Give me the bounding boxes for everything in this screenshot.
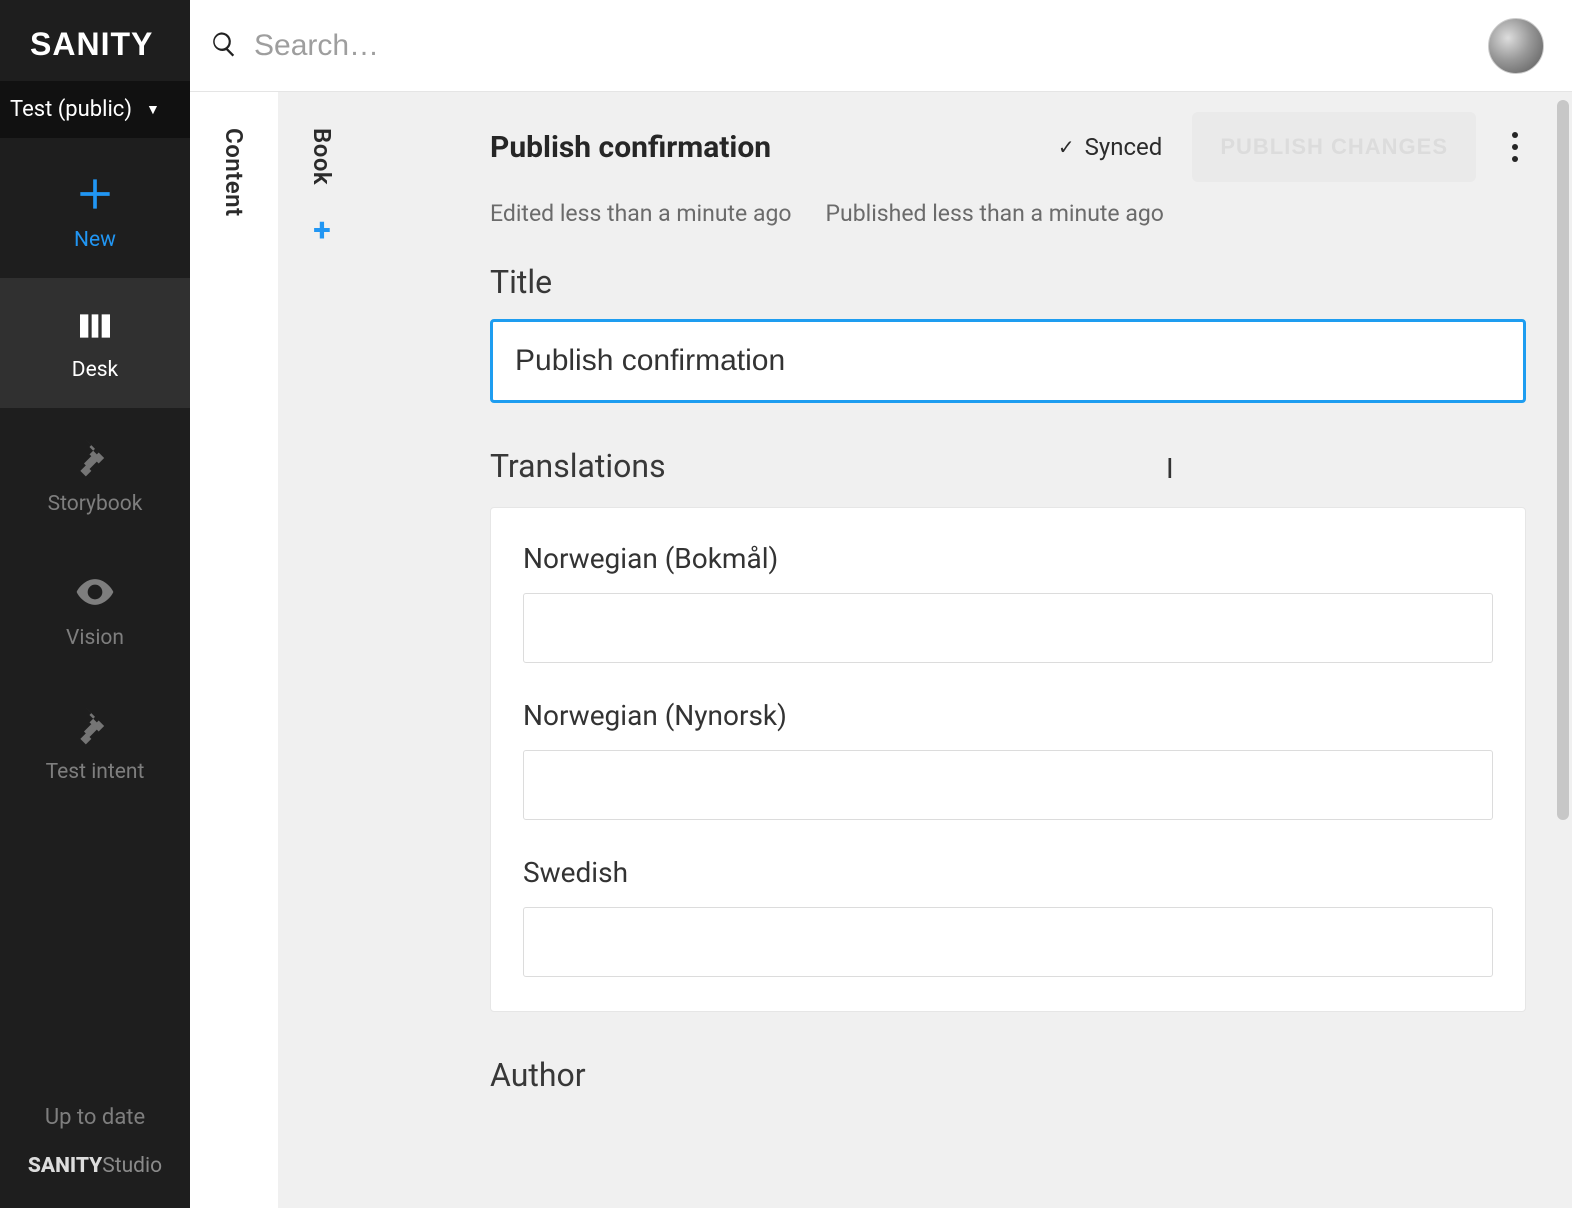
- sidebar-item-label: Test intent: [46, 760, 145, 784]
- translation-field: Norwegian (Nynorsk): [523, 699, 1493, 820]
- sidebar-item-test-intent[interactable]: Test intent: [0, 676, 190, 810]
- document-title: Publish confirmation: [490, 130, 771, 165]
- field-label-translations: Translations: [490, 447, 1526, 485]
- published-meta: Published less than a minute ago: [826, 200, 1164, 227]
- tab-label: Content: [220, 128, 248, 217]
- status-up-to-date: Up to date: [45, 1081, 145, 1154]
- sidebar-item-label: Vision: [66, 626, 124, 650]
- sidebar-item-label: Storybook: [48, 492, 143, 516]
- sidebar: SANITY Test (public) ▼ New Desk Storyboo…: [0, 0, 190, 1208]
- edited-meta: Edited less than a minute ago: [490, 200, 792, 227]
- translation-label: Norwegian (Bokmål): [523, 542, 1493, 575]
- tab-content[interactable]: Content: [190, 92, 278, 1208]
- project-name: Test (public): [10, 97, 132, 122]
- form: Title Translations Norwegian (Bokmål) No…: [366, 227, 1572, 1094]
- plug-icon: [73, 704, 117, 748]
- document-header: Publish confirmation ✓ Synced PUBLISH CH…: [366, 92, 1572, 182]
- translation-field: Norwegian (Bokmål): [523, 542, 1493, 663]
- translation-field: Swedish: [523, 856, 1493, 977]
- scrollbar[interactable]: [1552, 92, 1572, 1208]
- document-pane: Publish confirmation ✓ Synced PUBLISH CH…: [366, 92, 1572, 1208]
- plug-icon: [73, 436, 117, 480]
- tab-book[interactable]: Book +: [278, 92, 366, 1208]
- sidebar-item-new[interactable]: New: [0, 138, 190, 278]
- document-meta: Edited less than a minute ago Published …: [366, 182, 1572, 227]
- translations-card: Norwegian (Bokmål) Norwegian (Nynorsk) S…: [490, 507, 1526, 1012]
- eye-icon: [73, 570, 117, 614]
- sidebar-item-desk[interactable]: Desk: [0, 278, 190, 408]
- sidebar-item-vision[interactable]: Vision: [0, 542, 190, 676]
- topbar: [190, 0, 1572, 92]
- publish-button[interactable]: PUBLISH CHANGES: [1192, 112, 1476, 182]
- brand-footer: SANITYStudio: [28, 1154, 162, 1196]
- translation-label: Norwegian (Nynorsk): [523, 699, 1493, 732]
- field-label-author: Author: [490, 1056, 1526, 1094]
- sidebar-item-storybook[interactable]: Storybook: [0, 408, 190, 542]
- panels: Content Book + Publish confirmation ✓ Sy…: [190, 92, 1572, 1208]
- field-label-title: Title: [490, 263, 1526, 301]
- translation-input-nn[interactable]: [523, 750, 1493, 820]
- plus-icon[interactable]: +: [313, 211, 330, 249]
- sidebar-footer: Up to date SANITYStudio: [0, 1081, 190, 1208]
- sync-label: Synced: [1085, 133, 1163, 161]
- check-icon: ✓: [1058, 135, 1075, 159]
- search-icon[interactable]: [210, 30, 238, 62]
- columns-icon: [75, 306, 115, 346]
- brand-logo: SANITY: [0, 0, 190, 81]
- title-input[interactable]: [490, 319, 1526, 403]
- main: Content Book + Publish confirmation ✓ Sy…: [190, 0, 1572, 1208]
- plus-icon: [73, 172, 117, 216]
- scrollbar-thumb[interactable]: [1557, 100, 1569, 820]
- brand-footer-product: Studio: [102, 1154, 162, 1178]
- translation-input-nb[interactable]: [523, 593, 1493, 663]
- sidebar-item-label: New: [74, 228, 116, 252]
- avatar[interactable]: [1488, 18, 1544, 74]
- translation-label: Swedish: [523, 856, 1493, 889]
- brand-footer-name: SANITY: [28, 1154, 102, 1178]
- translation-input-sv[interactable]: [523, 907, 1493, 977]
- sync-status: ✓ Synced: [1058, 133, 1162, 161]
- more-menu-icon[interactable]: [1512, 144, 1518, 150]
- project-selector[interactable]: Test (public) ▼: [0, 81, 190, 138]
- search-input[interactable]: [254, 29, 1472, 63]
- sidebar-item-label: Desk: [72, 358, 118, 382]
- tab-label: Book: [308, 128, 336, 185]
- caret-down-icon: ▼: [146, 101, 160, 118]
